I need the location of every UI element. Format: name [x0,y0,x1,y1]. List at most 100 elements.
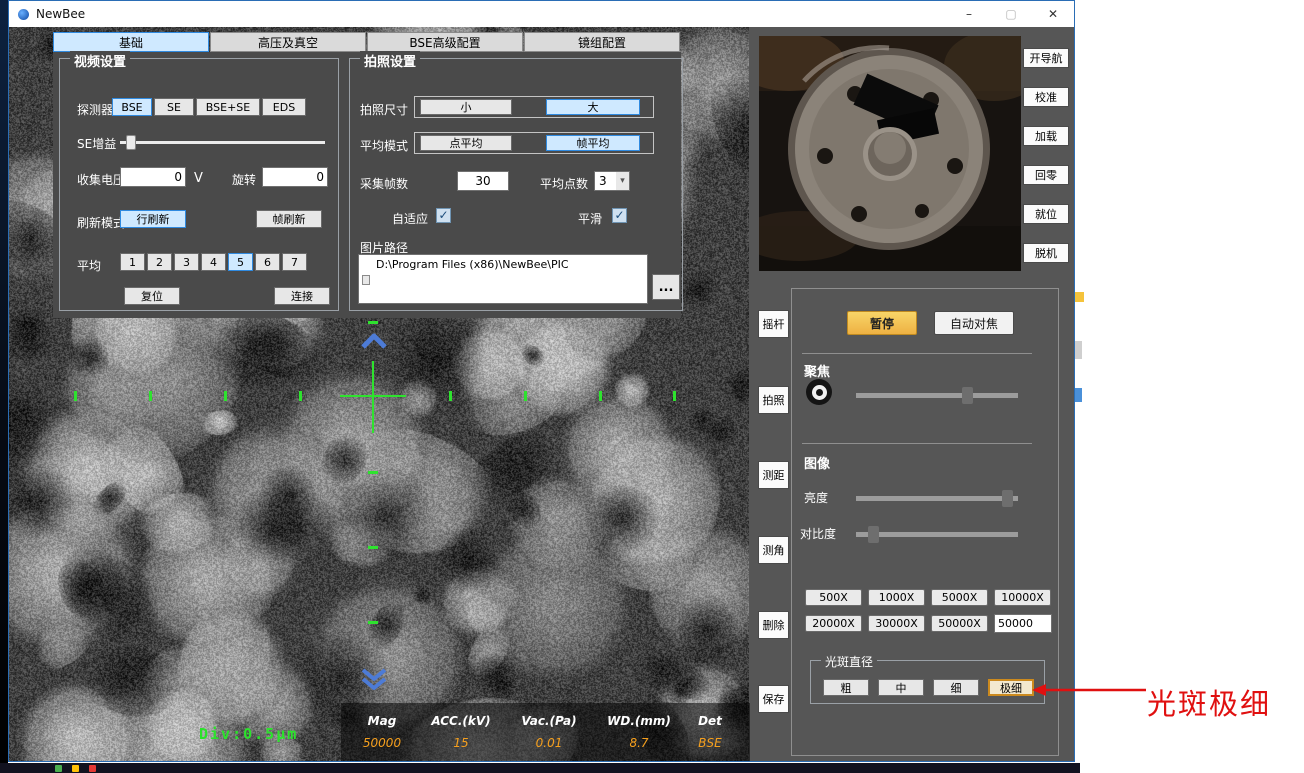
image-path-box[interactable]: D:\Program Files (x86)\NewBee\PIC [358,254,648,304]
se-gain-slider-track[interactable] [120,141,325,144]
titlebar: NewBee – ▢ ✕ [9,1,1074,27]
photo-settings-title: 拍照设置 [360,51,420,70]
chevron-down-icon[interactable] [359,667,389,691]
spot-coarse-button[interactable]: 粗 [823,679,869,696]
tab-high-voltage-vacuum[interactable]: 高压及真空 [210,32,366,52]
collect-voltage-input[interactable] [120,167,186,187]
detector-bse-button[interactable]: BSE [112,98,152,116]
scale-tick [299,391,302,401]
scale-tick [673,391,676,401]
desktop-artifact [1075,341,1082,359]
scale-tick [449,391,452,401]
spot-medium-button[interactable]: 中 [878,679,924,696]
line-refresh-button[interactable]: 行刷新 [120,210,186,228]
frame-refresh-button[interactable]: 帧刷新 [256,210,322,228]
taskbar-app-icon[interactable] [89,765,96,772]
average-2-button[interactable]: 2 [147,253,172,271]
dropdown-arrow-icon: ▾ [616,172,629,190]
save-button[interactable]: 保存 [758,685,789,713]
video-settings-title: 视频设置 [70,51,130,70]
annotation-text: 光斑极细 [1147,681,1271,723]
info-header: Det [685,714,735,728]
capture-button[interactable]: 拍照 [758,386,789,414]
detector-bse-se-button[interactable]: BSE+SE [196,98,260,116]
path-icon [362,275,370,285]
spot-fine-button[interactable]: 细 [933,679,979,696]
reset-button[interactable]: 复位 [124,287,180,305]
calibrate-button[interactable]: 校准 [1023,87,1069,107]
average-1-button[interactable]: 1 [120,253,145,271]
average-3-button[interactable]: 3 [174,253,199,271]
mag-5000x-button[interactable]: 5000X [931,589,988,606]
contrast-slider-track[interactable] [856,532,1018,537]
tab-bse-advanced-config[interactable]: BSE高级配置 [367,32,523,52]
focus-slider-track[interactable] [856,393,1018,398]
connect-button[interactable]: 连接 [274,287,330,305]
home-zero-button[interactable]: 回零 [1023,165,1069,185]
browse-button[interactable]: ... [652,274,680,300]
magnification-input[interactable] [994,614,1052,633]
info-header: ACC.(kV) [417,714,505,728]
se-gain-label: SE增益 [77,135,116,152]
divider [802,443,1032,444]
detector-se-button[interactable]: SE [154,98,194,116]
chevron-up-icon[interactable] [359,333,389,350]
taskbar-app-icon[interactable] [55,765,62,772]
average-4-button[interactable]: 4 [201,253,226,271]
mag-500x-button[interactable]: 500X [805,589,862,606]
photo-settings-group: 拍照设置 拍照尺寸 小 大 平均模式 点平均 帧平均 采集帧数 平均点数 [349,58,683,311]
average-points-dropdown[interactable]: 3 ▾ [594,171,630,191]
pause-button[interactable]: 暂停 [847,311,917,335]
in-position-button[interactable]: 就位 [1023,204,1069,224]
brightness-slider-thumb[interactable] [1002,490,1013,507]
average-5-button[interactable]: 5 [228,253,253,271]
tab-basic[interactable]: 基础 [53,32,209,52]
close-button[interactable]: ✕ [1032,1,1074,27]
size-small-button[interactable]: 小 [420,99,512,115]
desktop-edge [0,0,8,773]
chamber-camera-view [759,36,1021,271]
spot-extra-fine-button[interactable]: 极细 [988,679,1034,696]
focus-label: 聚焦 [804,361,830,380]
measure-distance-button[interactable]: 测距 [758,461,789,489]
load-button[interactable]: 加载 [1023,126,1069,146]
capture-frames-input[interactable] [457,171,509,191]
voltage-unit-label: V [194,171,203,186]
photo-size-label: 拍照尺寸 [360,101,408,118]
joystick-button[interactable]: 摇杆 [758,310,789,338]
info-header: Vac.(Pa) [505,714,593,728]
rotation-input[interactable] [262,167,328,187]
mag-30000x-button[interactable]: 30000X [868,615,925,632]
brightness-slider-track[interactable] [856,496,1018,501]
average-6-button[interactable]: 6 [255,253,280,271]
scale-tick [368,546,378,549]
smooth-checkbox[interactable]: ✓ [612,208,627,223]
mag-1000x-button[interactable]: 1000X [868,589,925,606]
taskbar-app-icon[interactable] [72,765,79,772]
window-title: NewBee [36,7,85,21]
offline-button[interactable]: 脱机 [1023,243,1069,263]
open-navigation-button[interactable]: 开导航 [1023,48,1069,68]
detector-eds-button[interactable]: EDS [262,98,306,116]
average-7-button[interactable]: 7 [282,253,307,271]
delete-button[interactable]: 删除 [758,611,789,639]
se-gain-slider-thumb[interactable] [126,135,136,150]
focus-slider-thumb[interactable] [962,387,973,404]
mag-value: 50000 [347,736,417,750]
autofocus-button[interactable]: 自动对焦 [934,311,1014,335]
tab-lens-config[interactable]: 镜组配置 [524,32,680,52]
mag-20000x-button[interactable]: 20000X [805,615,862,632]
vac-pa-value: 0.01 [505,736,593,750]
mag-10000x-button[interactable]: 10000X [994,589,1051,606]
crosshair-horizontal [340,395,406,397]
focus-target-icon[interactable] [806,379,832,405]
point-average-button[interactable]: 点平均 [420,135,512,151]
maximize-button[interactable]: ▢ [990,1,1032,27]
contrast-slider-thumb[interactable] [868,526,879,543]
adaptive-checkbox[interactable]: ✓ [436,208,451,223]
minimize-button[interactable]: – [948,1,990,27]
mag-50000x-button[interactable]: 50000X [931,615,988,632]
size-large-button[interactable]: 大 [546,99,640,115]
frame-average-button[interactable]: 帧平均 [546,135,640,151]
measure-angle-button[interactable]: 测角 [758,536,789,564]
